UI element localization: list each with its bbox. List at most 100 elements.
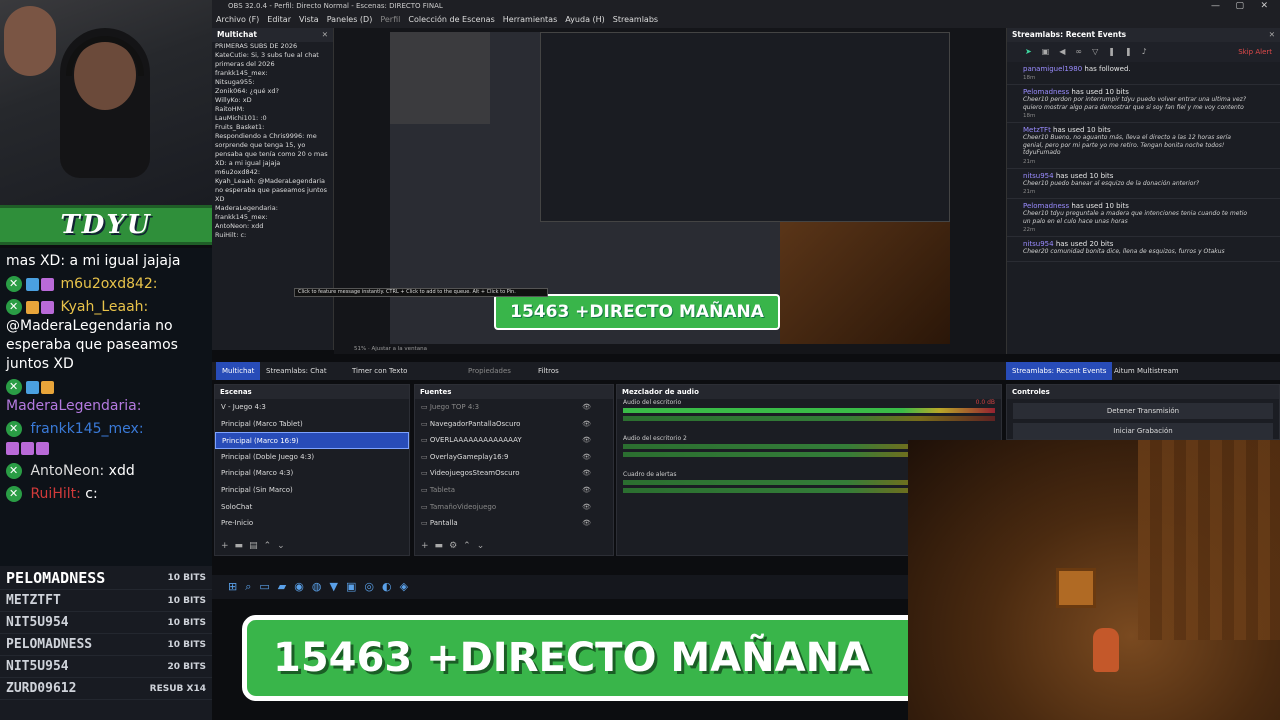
- source-item[interactable]: ▭ NavegadorPantallaOscuro 👁: [415, 416, 613, 433]
- scene-item[interactable]: Principal (Marco 4:3): [215, 465, 409, 482]
- menu-editar[interactable]: Editar: [267, 15, 291, 24]
- multichat-line[interactable]: frankk145_mex:: [212, 213, 333, 222]
- source-item[interactable]: ▭ VideojuegosSteamOscuro 👁: [415, 465, 613, 482]
- source-item[interactable]: ▭ Juego TOP 4:3 👁: [415, 399, 613, 416]
- delete-icon[interactable]: ▬: [435, 541, 450, 551]
- event-user[interactable]: Pelomadness: [1023, 88, 1069, 96]
- add-icon[interactable]: +: [421, 541, 435, 551]
- tab-multichat[interactable]: Multichat: [216, 362, 261, 380]
- gear-icon[interactable]: ⚙: [449, 541, 463, 551]
- delete-icon[interactable]: ▬: [235, 541, 250, 551]
- multichat-line[interactable]: AntoNeon: xdd: [212, 222, 333, 231]
- multichat-line[interactable]: RaitoHM:: [212, 105, 333, 114]
- volume-meter[interactable]: [623, 416, 995, 421]
- chevron-up-icon[interactable]: ⌃: [264, 541, 278, 551]
- chevron-down-icon[interactable]: ⌄: [277, 541, 291, 551]
- event-user[interactable]: Pelomadness: [1023, 202, 1069, 210]
- pause-icon[interactable]: ❚❚: [1108, 47, 1141, 56]
- scene-item[interactable]: Pre-Inicio: [215, 515, 409, 532]
- preview-canvas[interactable]: 15463 +DIRECTO MAÑANA: [390, 32, 950, 346]
- menu-vista[interactable]: Vista: [299, 15, 319, 24]
- megaphone-icon[interactable]: ◀: [1059, 47, 1075, 56]
- chevron-down-icon[interactable]: ⌄: [477, 541, 491, 551]
- windows-start-icon[interactable]: ⊞: [228, 580, 245, 593]
- preview-area[interactable]: 15463 +DIRECTO MAÑANA: [334, 28, 1006, 350]
- brave-icon[interactable]: ▼: [329, 580, 345, 593]
- scene-item[interactable]: SoloChat: [215, 499, 409, 516]
- store-icon[interactable]: ▣: [1042, 47, 1060, 56]
- menu-herramientas[interactable]: Herramientas: [503, 15, 558, 24]
- multichat-line[interactable]: Nitsuga955:: [212, 78, 333, 87]
- stop-streaming-button[interactable]: Detener Transmisión: [1013, 403, 1273, 419]
- event-user[interactable]: MetzTFt: [1023, 126, 1051, 134]
- multichat-line[interactable]: LauMichi101: :0: [212, 114, 333, 123]
- eye-icon[interactable]: 👁: [582, 416, 591, 433]
- menu-streamlabs[interactable]: Streamlabs: [613, 15, 658, 24]
- event-user[interactable]: nitsu954: [1023, 240, 1054, 248]
- multichat-line[interactable]: MaderaLegendaria:: [212, 204, 333, 213]
- multichat-line[interactable]: PRIMERAS SUBS DE 2026: [212, 42, 333, 51]
- zoom-level[interactable]: 51%: [354, 346, 366, 352]
- zoom-mode[interactable]: Ajustar a la ventana: [371, 346, 426, 352]
- tab-recent-events[interactable]: Streamlabs: Recent Events: [1006, 362, 1113, 380]
- maximize-icon[interactable]: ▢: [1235, 0, 1244, 12]
- obs-icon[interactable]: ◐: [382, 580, 400, 593]
- scene-item[interactable]: Principal (Marco Tablet): [215, 416, 409, 433]
- eye-icon[interactable]: 👁: [582, 515, 591, 532]
- multichat-line[interactable]: Zonik064: ¿qué xd?: [212, 87, 333, 96]
- multichat-line[interactable]: RuiHilt: c:: [212, 231, 333, 240]
- source-item[interactable]: ▭ Tableta 👁: [415, 482, 613, 499]
- menu-perfil[interactable]: Perfil: [380, 15, 400, 24]
- eye-icon[interactable]: 👁: [582, 465, 591, 482]
- menu-archivo[interactable]: Archivo (F): [216, 15, 259, 24]
- source-item[interactable]: ▭ TamañoVideojuego 👁: [415, 499, 613, 516]
- search-icon[interactable]: ⌕: [245, 580, 259, 593]
- eye-icon[interactable]: 👁: [582, 499, 591, 516]
- edge-icon[interactable]: ◍: [312, 580, 330, 593]
- multichat-line[interactable]: frankk145_mex:: [212, 69, 333, 78]
- source-item[interactable]: ▭ OverlayGameplay16:9 👁: [415, 449, 613, 466]
- discord-icon[interactable]: ◎: [364, 580, 382, 593]
- scene-item[interactable]: V - Juego 4:3: [215, 399, 409, 416]
- minimize-icon[interactable]: —: [1211, 0, 1220, 12]
- skip-alert-button[interactable]: Skip Alert: [1238, 42, 1272, 62]
- scene-item[interactable]: Principal (Doble Juego 4:3): [215, 449, 409, 466]
- chrome-icon[interactable]: ◉: [294, 580, 312, 593]
- multichat-line[interactable]: Kyah_Leaah: @MaderaLegendaria no esperab…: [212, 177, 333, 204]
- multichat-line[interactable]: Respondiendo a Chris9996: me sorprende q…: [212, 132, 333, 168]
- tab-aitum[interactable]: Aitum Multistream: [1108, 362, 1185, 380]
- tab-propiedades[interactable]: Propiedades: [462, 362, 517, 380]
- scene-item[interactable]: Principal (Marco 16:9): [215, 432, 409, 449]
- source-item[interactable]: ▭ OVERLAAAAAAAAAAAAAY 👁: [415, 432, 613, 449]
- source-item[interactable]: ▭ Pantalla 👁: [415, 515, 613, 532]
- steam-icon[interactable]: ◈: [400, 580, 416, 593]
- filter-icon[interactable]: ▽: [1092, 47, 1108, 56]
- volume-meter[interactable]: [623, 408, 995, 413]
- multichat-line[interactable]: m6u2oxd842:: [212, 168, 333, 177]
- task-view-icon[interactable]: ▭: [259, 580, 277, 593]
- mute-icon[interactable]: ♪: [1142, 47, 1157, 56]
- link-icon[interactable]: ∞: [1075, 47, 1092, 56]
- close-icon[interactable]: ✕: [322, 28, 328, 42]
- app-icon[interactable]: ▣: [346, 580, 364, 593]
- filter-icon[interactable]: ▤: [249, 541, 264, 551]
- multichat-line[interactable]: WillyKo: xD: [212, 96, 333, 105]
- multichat-line[interactable]: KateCutie: Si, 3 subs fue al chat primer…: [212, 51, 333, 69]
- close-icon[interactable]: ✕: [1269, 28, 1275, 42]
- send-icon[interactable]: ➤: [1025, 47, 1042, 56]
- tab-timer[interactable]: Timer con Texto: [346, 362, 413, 380]
- menu-paneles[interactable]: Paneles (D): [327, 15, 373, 24]
- event-user[interactable]: nitsu954: [1023, 172, 1054, 180]
- add-icon[interactable]: +: [221, 541, 235, 551]
- eye-icon[interactable]: 👁: [582, 399, 591, 416]
- eye-icon[interactable]: 👁: [582, 449, 591, 466]
- tab-streamlabs-chat[interactable]: Streamlabs: Chat: [260, 362, 333, 380]
- scene-item[interactable]: Principal (Sin Marco): [215, 482, 409, 499]
- folder-icon[interactable]: ▰: [278, 580, 294, 593]
- menu-coleccion[interactable]: Colección de Escenas: [408, 15, 494, 24]
- eye-icon[interactable]: 👁: [582, 432, 591, 449]
- tab-filtros[interactable]: Filtros: [532, 362, 565, 380]
- event-user[interactable]: panamiguel1980: [1023, 65, 1082, 73]
- menu-ayuda[interactable]: Ayuda (H): [565, 15, 605, 24]
- chevron-up-icon[interactable]: ⌃: [463, 541, 477, 551]
